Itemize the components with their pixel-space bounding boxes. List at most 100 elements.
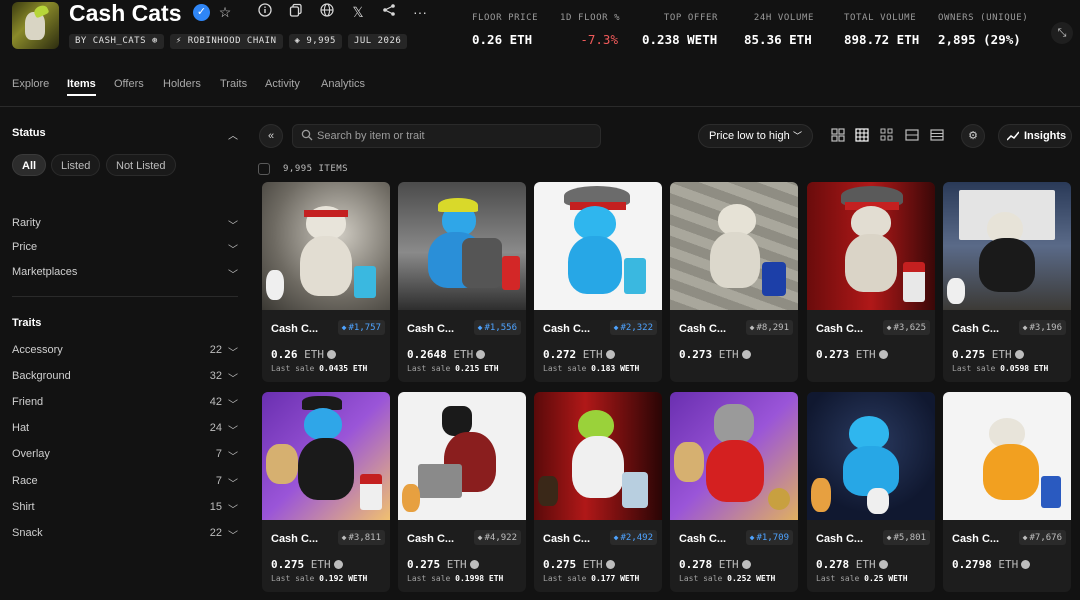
view-grid-icon[interactable] [855,128,869,142]
item-card[interactable]: Cash C... ◆ #1,757 0.26 ETH Last sale 0.0… [262,182,390,382]
filter-rarity[interactable]: Rarity ﹀ [12,217,238,235]
tab-activity[interactable]: Activity [265,78,300,90]
chain-icon [469,560,479,569]
tab-offers[interactable]: Offers [114,78,144,90]
globe-icon[interactable] [318,3,336,21]
chain-icon [878,560,888,569]
collection-chips: BY CASH_CATS ⊛ ⚡ ROBINHOOD CHAIN ◈ 9,995… [69,34,408,49]
item-card[interactable]: Cash C... ◆ #2,322 0.272 ETH Last sale 0.… [534,182,662,382]
item-name: Cash C... [679,323,727,335]
item-card[interactable]: Cash C... ◆ #8,291 0.273 ETH [670,182,798,382]
bolt-icon: ⚡ [175,36,182,46]
trait-shirt[interactable]: Shirt 15 ﹀ [12,501,238,519]
item-last-sale: Last sale 0.177 WETH [543,574,640,583]
collapse-sidebar-button[interactable]: « [259,124,283,148]
status-pill-not-listed[interactable]: Not Listed [106,154,176,176]
filter-marketplaces[interactable]: Marketplaces ﹀ [12,266,238,284]
search-icon [301,129,313,141]
item-number-badge: ◆ #1,709 [745,530,793,545]
trait-race[interactable]: Race 7 ﹀ [12,475,238,493]
chevron-up-icon[interactable]: ︿ [228,127,238,142]
item-card[interactable]: Cash C... ◆ #1,709 0.278 ETH Last sale 0.… [670,392,798,592]
item-card[interactable]: Cash C... ◆ #4,922 0.275 ETH Last sale 0.… [398,392,526,592]
chain-icon [878,350,888,359]
item-image [262,182,390,310]
stat-total-volume: TOTAL VOLUME 898.72 ETH [844,13,920,47]
tab-explore[interactable]: Explore [12,78,49,90]
trait-snack[interactable]: Snack 22 ﹀ [12,527,238,545]
share-icon[interactable] [380,3,398,21]
status-pill-listed[interactable]: Listed [51,154,101,176]
trait-friend[interactable]: Friend 42 ﹀ [12,396,238,414]
tab-traits[interactable]: Traits [220,78,247,90]
item-card[interactable]: Cash C... ◆ #3,811 0.275 ETH Last sale 0.… [262,392,390,592]
tab-items[interactable]: Items [67,78,96,96]
select-all-checkbox[interactable] [258,163,270,175]
item-name: Cash C... [952,323,1000,335]
item-card[interactable]: Cash C... ◆ #7,676 0.2798 ETH [943,392,1071,592]
item-card[interactable]: Cash C... ◆ #2,492 0.275 ETH Last sale 0.… [534,392,662,592]
item-number-badge: ◆ #1,556 [473,320,521,335]
item-name: Cash C... [271,323,319,335]
item-name: Cash C... [407,533,455,545]
item-card[interactable]: Cash C... ◆ #3,625 0.273 ETH [807,182,935,382]
view-list-icon[interactable] [905,128,919,142]
item-price: 0.275 ETH [271,558,343,571]
chain-icon [333,560,343,569]
chain-icon [327,350,336,359]
item-last-sale: Last sale 0.1998 ETH [407,574,504,583]
item-price: 0.278 ETH [816,558,888,571]
info-icon[interactable] [256,3,274,21]
collection-avatar [12,2,59,49]
more-icon[interactable]: ··· [411,3,429,21]
diamond-icon: ◆ [749,323,755,332]
diamond-icon: ◆ [886,533,892,542]
search-input[interactable] [317,128,597,144]
trait-overlay[interactable]: Overlay 7 ﹀ [12,448,238,466]
trait-hat[interactable]: Hat 24 ﹀ [12,422,238,440]
item-image [807,182,935,310]
item-name: Cash C... [952,533,1000,545]
item-card[interactable]: Cash C... ◆ #3,196 0.275 ETH Last sale 0.… [943,182,1071,382]
chain-icon [476,350,486,359]
item-price: 0.275 ETH [543,558,615,571]
item-image [398,392,526,520]
sort-dropdown[interactable]: Price low to high ﹀ [698,124,813,148]
item-price: 0.26 ETH [271,348,336,361]
trait-background[interactable]: Background 32 ﹀ [12,370,238,388]
tab-analytics[interactable]: Analytics [321,78,365,90]
chevron-down-icon: ﹀ [792,131,802,141]
trait-accessory[interactable]: Accessory 22 ﹀ [12,344,238,362]
tab-holders[interactable]: Holders [163,78,201,90]
filter-price[interactable]: Price ﹀ [12,241,238,259]
status-pill-all[interactable]: All [12,154,47,176]
item-number-badge: ◆ #2,492 [609,530,657,545]
x-twitter-icon[interactable]: 𝕏 [349,3,367,21]
item-number-badge: ◆ #3,625 [882,320,930,335]
view-table-icon[interactable] [930,128,944,142]
view-large-grid-icon[interactable] [831,128,845,142]
item-image [262,392,390,520]
chevron-down-icon: ﹀ [228,505,238,516]
item-card[interactable]: Cash C... ◆ #1,556 0.2648 ETH Last sale 0… [398,182,526,382]
item-price: 0.273 ETH [816,348,888,361]
trend-icon [1007,131,1019,141]
settings-gear-icon[interactable]: ⚙ [961,124,985,148]
item-name: Cash C... [679,533,727,545]
item-price: 0.272 ETH [543,348,615,361]
copy-icon[interactable] [287,3,305,21]
item-number-badge: ◆ #3,811 [337,530,385,545]
view-small-grid-icon[interactable] [880,128,894,142]
creator-chip[interactable]: BY CASH_CATS ⊛ [69,34,164,49]
diamond-icon: ◆ [749,533,755,542]
diamond-icon: ◆ [886,323,892,332]
insights-button[interactable]: Insights [998,124,1072,148]
chain-chip[interactable]: ⚡ ROBINHOOD CHAIN [169,34,283,49]
item-image [943,392,1071,520]
search-box [292,124,601,148]
star-icon[interactable]: ☆ [216,3,234,21]
item-number-badge: ◆ #3,196 [1018,320,1066,335]
expand-icon[interactable]: ⤡ [1051,22,1073,44]
item-card[interactable]: Cash C... ◆ #5,801 0.278 ETH Last sale 0.… [807,392,935,592]
chevron-down-icon: ﹀ [228,245,238,256]
